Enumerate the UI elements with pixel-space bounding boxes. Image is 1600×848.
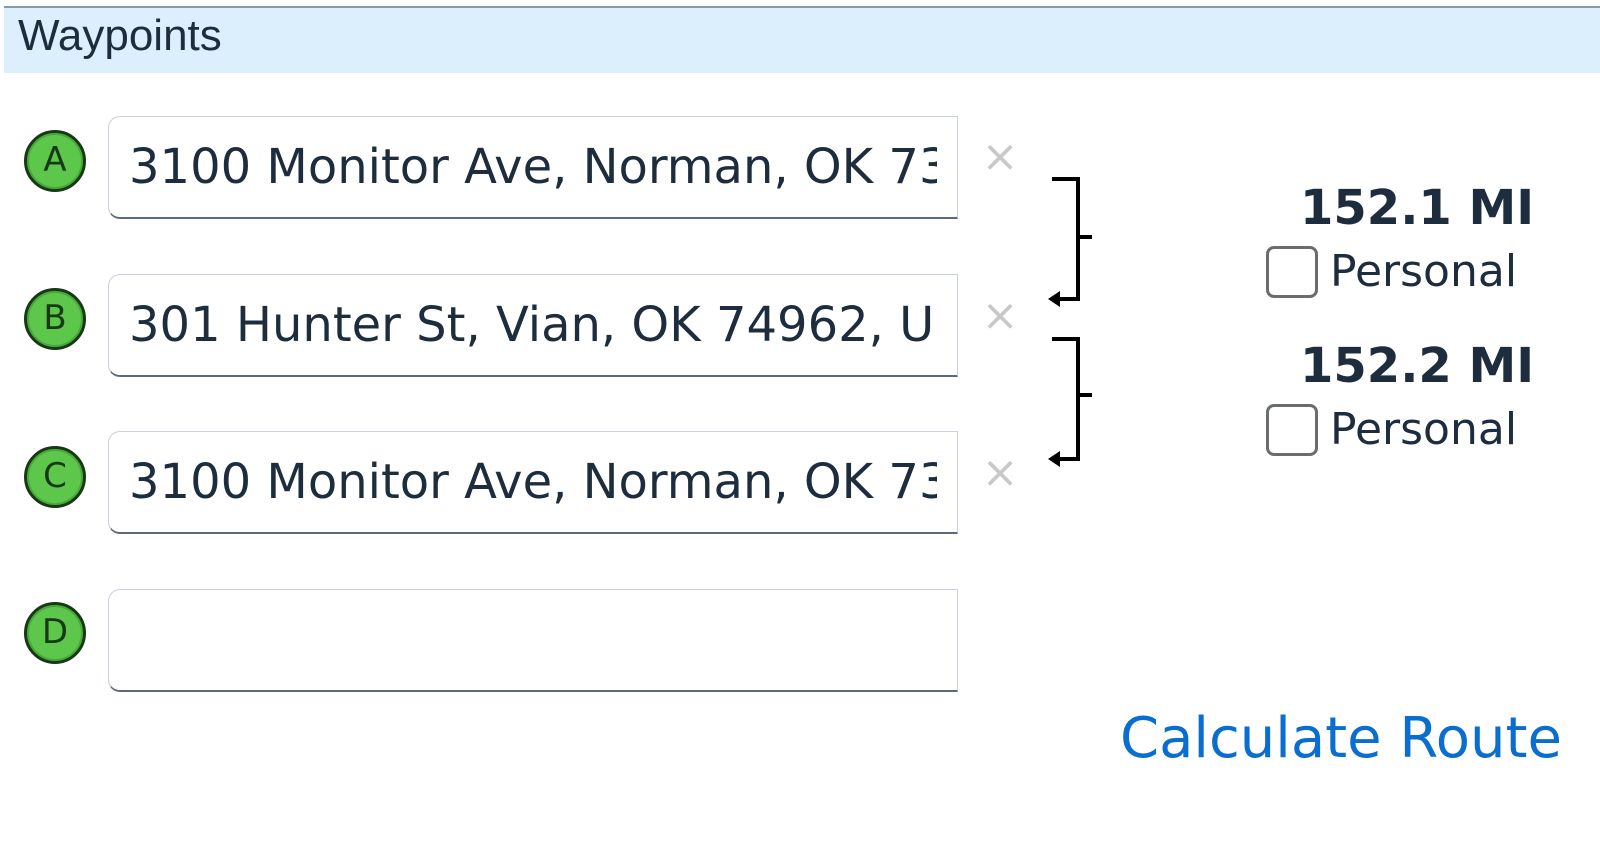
- waypoint-d-input[interactable]: [108, 589, 958, 692]
- leg-connector-arrow-icon: [1048, 337, 1092, 467]
- leg-connector-arrow-icon: [1048, 177, 1092, 307]
- waypoint-marker-icon: C: [24, 446, 86, 508]
- calculate-route-link[interactable]: Calculate Route: [1120, 706, 1562, 771]
- waypoint-marker-label: B: [43, 298, 67, 338]
- close-icon[interactable]: ×: [980, 135, 1020, 179]
- waypoint-marker-icon: A: [24, 130, 86, 192]
- waypoint-b-input[interactable]: [108, 274, 958, 377]
- waypoint-marker-label: C: [43, 456, 67, 496]
- waypoint-a-input[interactable]: [108, 116, 958, 219]
- waypoint-marker-label: A: [43, 140, 67, 180]
- close-icon[interactable]: ×: [980, 294, 1020, 338]
- waypoint-marker-icon: B: [24, 288, 86, 350]
- personal-checkbox[interactable]: [1266, 246, 1318, 298]
- personal-label: Personal: [1330, 404, 1518, 455]
- waypoint-marker-icon: D: [24, 602, 86, 664]
- waypoints-panel: Waypoints A × B × C × D 152.1 MI Persona…: [0, 0, 1600, 848]
- waypoint-marker-label: D: [41, 612, 69, 652]
- leg-distance: 152.1 MI: [1300, 180, 1535, 236]
- panel-header: Waypoints: [4, 6, 1600, 73]
- leg-distance: 152.2 MI: [1300, 338, 1535, 394]
- waypoint-c-input[interactable]: [108, 431, 958, 534]
- panel-title: Waypoints: [18, 11, 222, 60]
- personal-checkbox[interactable]: [1266, 404, 1318, 456]
- personal-label: Personal: [1330, 246, 1518, 297]
- close-icon[interactable]: ×: [980, 451, 1020, 495]
